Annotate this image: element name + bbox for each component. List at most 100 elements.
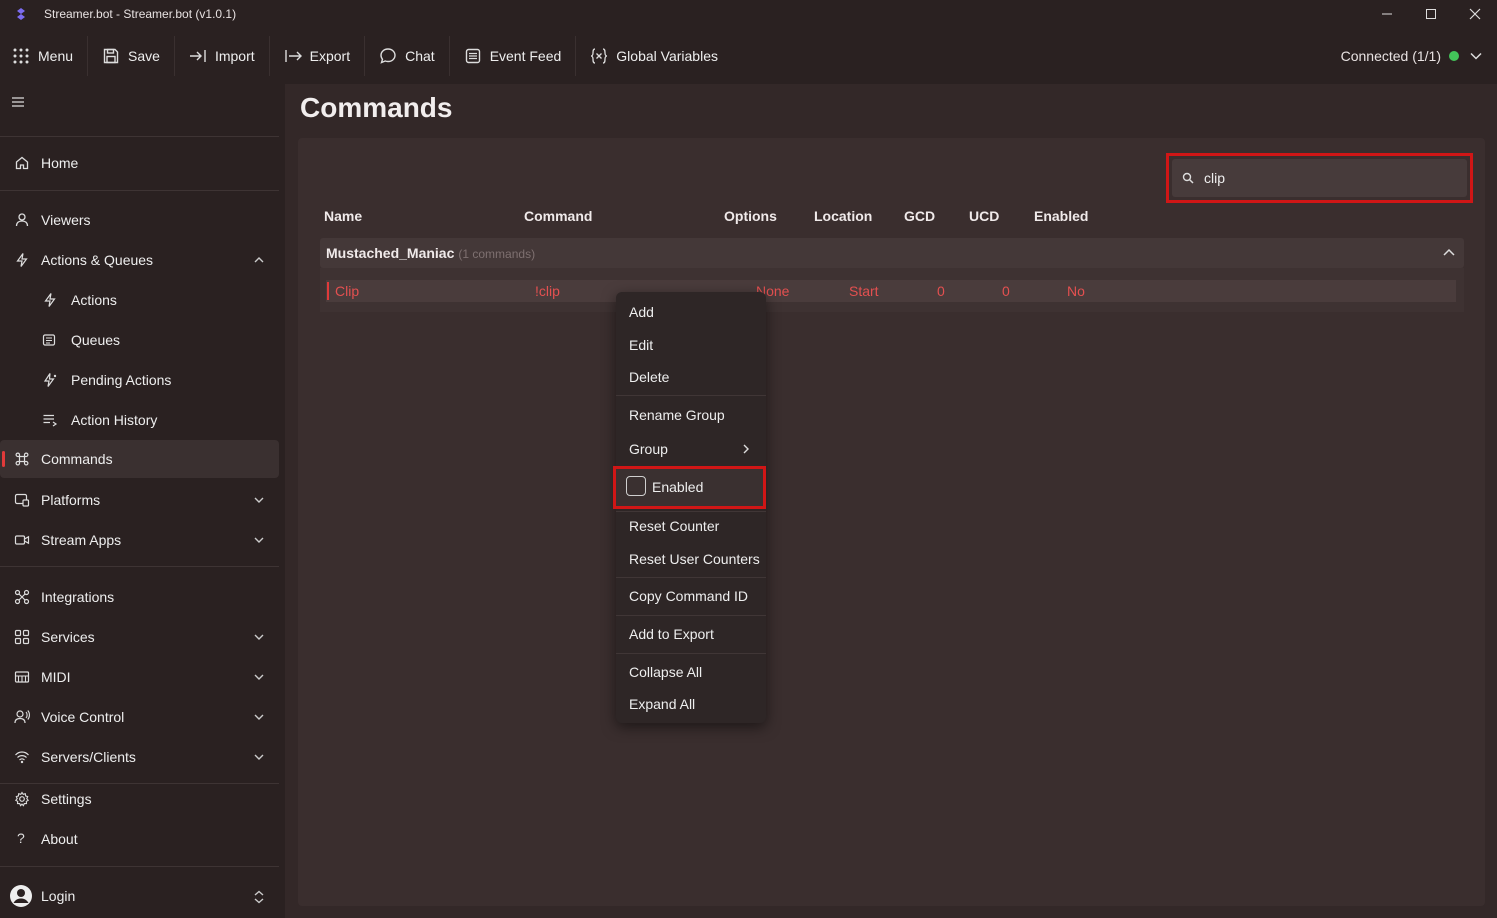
menu-item-add[interactable]: Add [616,297,766,327]
group-body: Clip !clip None Start 0 0 No [320,268,1464,312]
sidebar-item-services[interactable]: Services [0,618,279,656]
question-mark-icon: ? [17,830,25,846]
menu-item-rename-group[interactable]: Rename Group [616,400,766,430]
minimize-button[interactable] [1365,0,1409,28]
connection-status[interactable]: Connected (1/1) [1341,28,1483,84]
column-header-enabled[interactable]: Enabled [1034,208,1088,224]
menu-item-reset-counter[interactable]: Reset Counter [616,511,766,541]
chevron-down-icon [254,714,264,720]
maximize-button[interactable] [1409,0,1453,28]
menu-item-add-to-export[interactable]: Add to Export [616,619,766,649]
sidebar-item-queues[interactable]: Queues [0,321,279,359]
column-header-location[interactable]: Location [814,208,872,224]
platforms-icon [14,493,30,507]
enabled-checkbox[interactable] [626,476,646,496]
sidebar-item-label: Pending Actions [71,372,172,388]
global-variables-button[interactable]: Global Variables [576,28,732,84]
sidebar-item-label: Actions & Queues [41,252,154,268]
menu-button[interactable]: Menu [0,28,87,84]
chat-label: Chat [405,48,435,64]
group-name-text: Mustached_Maniac [326,245,455,261]
sidebar-item-action-history[interactable]: Action History [0,401,279,439]
import-button[interactable]: Import [175,28,269,84]
lightning-icon [16,253,28,267]
export-label: Export [309,48,351,64]
event-feed-icon [465,48,480,64]
save-button[interactable]: Save [88,28,174,84]
main-content: Commands Name Command Options Location G… [285,84,1497,918]
group-header[interactable]: Mustached_Maniac (1 commands) [320,238,1464,268]
sidebar-item-servers-clients[interactable]: Servers/Clients [0,738,279,776]
chevron-down-icon [1470,52,1482,60]
sidebar-item-label: Login [41,888,76,904]
title-bar: Streamer.bot - Streamer.bot (v1.0.1) [0,0,1497,28]
menu-item-group[interactable]: Group [616,434,766,464]
sidebar-item-label: Actions [71,292,117,308]
sidebar-item-label: Queues [71,332,121,348]
sidebar-item-home[interactable]: Home [0,144,279,182]
menu-item-reset-user-counters[interactable]: Reset User Counters [616,544,766,574]
voice-control-icon [14,710,30,724]
chat-button[interactable]: Chat [365,28,449,84]
toolbar: Menu Save Import Export Chat Event Feed … [0,28,1497,84]
chevron-up-icon[interactable] [1442,246,1456,260]
menu-item-expand-all[interactable]: Expand All [616,689,766,719]
queue-icon [42,334,56,346]
sidebar-item-login[interactable]: Login [0,877,279,915]
chevron-down-icon [254,674,264,680]
hamburger-icon[interactable] [11,96,25,108]
context-menu: Add Edit Delete Rename Group Group Enabl… [613,292,766,723]
menu-item-collapse-all[interactable]: Collapse All [616,657,766,687]
sidebar-item-settings[interactable]: Settings [0,780,279,818]
sidebar-item-integrations[interactable]: Integrations [0,578,279,616]
sidebar-item-label: Services [41,629,95,645]
import-icon [189,50,206,62]
sidebar-item-midi[interactable]: MIDI [0,658,279,696]
search-input[interactable] [1204,170,1444,186]
sidebar-item-actions-queues[interactable]: Actions & Queues [0,241,279,279]
menu-item-enabled-highlight: Enabled [613,466,766,509]
services-grid-icon [14,629,30,645]
close-icon [1469,8,1481,20]
save-label: Save [128,48,160,64]
sidebar-item-label: Integrations [41,589,115,605]
sidebar-item-stream-apps[interactable]: Stream Apps [0,521,279,559]
chat-icon [380,48,396,64]
column-header-gcd[interactable]: GCD [904,208,935,224]
table-row[interactable]: Clip !clip None Start 0 0 No [326,280,1456,302]
chevron-down-icon [254,537,264,543]
column-header-name[interactable]: Name [324,208,362,224]
sidebar-item-pending-actions[interactable]: Pending Actions [0,361,279,399]
close-button[interactable] [1453,0,1497,28]
midi-keyboard-icon [14,671,30,683]
commands-panel: Name Command Options Location GCD UCD En… [298,138,1485,906]
sidebar-item-about[interactable]: ? About [0,820,279,858]
sidebar-item-voice-control[interactable]: Voice Control [0,698,279,736]
command-key-icon [15,452,29,466]
gear-icon [14,791,30,807]
menu-item-copy-command-id[interactable]: Copy Command ID [616,581,766,611]
menu-item-edit[interactable]: Edit [616,330,766,360]
sidebar-item-actions[interactable]: Actions [0,281,279,319]
column-header-options[interactable]: Options [724,208,777,224]
column-header-ucd[interactable]: UCD [969,208,999,224]
sidebar-item-platforms[interactable]: Platforms [0,481,279,519]
sidebar-item-commands[interactable]: Commands [0,440,279,478]
video-camera-icon [14,535,30,545]
history-list-icon [43,414,58,427]
column-header-command[interactable]: Command [524,208,592,224]
connection-status-label: Connected (1/1) [1340,48,1441,64]
sidebar-item-label: Voice Control [41,709,125,725]
chevron-down-icon [254,634,264,640]
event-feed-button[interactable]: Event Feed [450,28,576,84]
search-box [1172,159,1467,197]
menu-item-enabled-label: Enabled [652,479,704,495]
menu-item-delete[interactable]: Delete [616,362,766,392]
export-button[interactable]: Export [270,28,364,84]
save-icon [103,48,119,64]
grid-dots-icon [13,48,29,64]
home-icon [15,156,29,170]
sidebar-item-viewers[interactable]: Viewers [0,201,279,239]
person-icon [15,213,29,227]
event-feed-label: Event Feed [489,48,562,64]
